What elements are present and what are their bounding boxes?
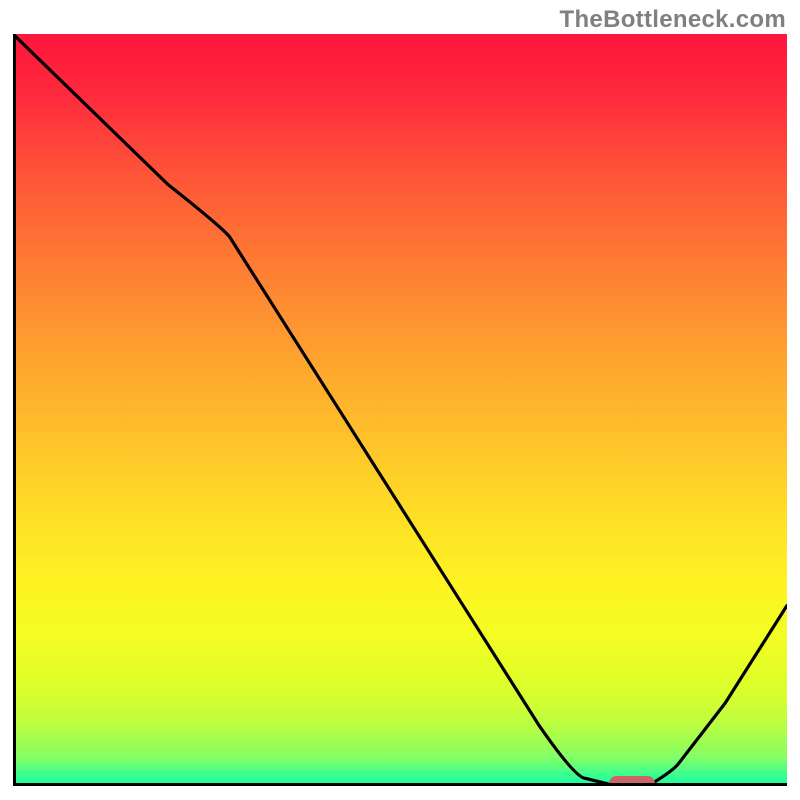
bottleneck-curve-path (13, 34, 787, 786)
plot-area (13, 34, 787, 786)
bottleneck-chart: TheBottleneck.com (0, 0, 800, 800)
watermark-text: TheBottleneck.com (560, 6, 786, 34)
optimal-marker (609, 776, 655, 786)
curve-svg (13, 34, 787, 786)
